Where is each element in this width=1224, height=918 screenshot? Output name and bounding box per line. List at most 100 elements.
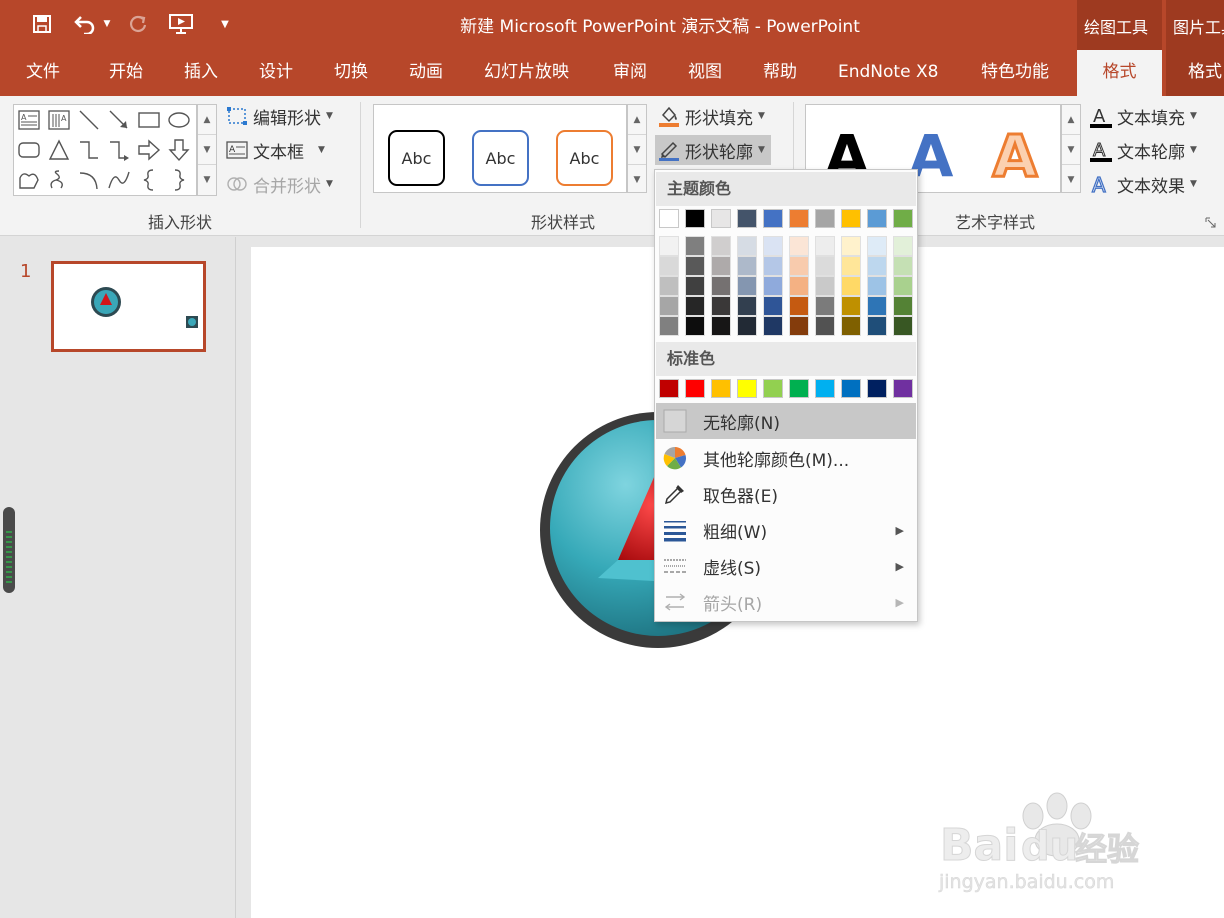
line-shape-icon[interactable] <box>77 108 101 132</box>
theme-shade-swatch[interactable] <box>685 276 705 296</box>
theme-shade-swatch[interactable] <box>893 296 913 316</box>
tab-slide-show[interactable]: 幻灯片放映 <box>484 50 569 96</box>
right-brace-shape-icon[interactable] <box>167 168 191 192</box>
undo-icon[interactable] <box>70 10 100 38</box>
tab-special-features[interactable]: 特色功能 <box>981 50 1049 96</box>
theme-shade-swatch[interactable] <box>841 276 861 296</box>
scribble-shape-icon[interactable] <box>47 168 71 192</box>
theme-shade-swatch[interactable] <box>815 276 835 296</box>
theme-shade-swatch[interactable] <box>659 236 679 256</box>
theme-shade-swatch[interactable] <box>867 276 887 296</box>
standard-color-swatch[interactable] <box>763 379 783 398</box>
theme-shade-swatch[interactable] <box>737 316 757 336</box>
theme-shade-swatch[interactable] <box>867 316 887 336</box>
gallery-scroll-down-icon[interactable]: ▼ <box>628 135 646 165</box>
tab-view[interactable]: 视图 <box>688 50 722 96</box>
tab-home[interactable]: 开始 <box>109 50 143 96</box>
theme-shade-swatch[interactable] <box>841 236 861 256</box>
rounded-rectangle-shape-icon[interactable] <box>17 138 41 162</box>
freeform-shape-icon[interactable] <box>17 168 41 192</box>
standard-color-swatch[interactable] <box>789 379 809 398</box>
theme-shade-swatch[interactable] <box>841 296 861 316</box>
theme-color-swatch[interactable] <box>893 209 913 228</box>
theme-shade-swatch[interactable] <box>763 256 783 276</box>
wordart-sample[interactable]: A <box>980 117 1050 192</box>
theme-shade-swatch[interactable] <box>685 256 705 276</box>
gallery-scroll-up-icon[interactable]: ▲ <box>1062 105 1080 135</box>
theme-shade-swatch[interactable] <box>659 296 679 316</box>
theme-shade-swatch[interactable] <box>789 316 809 336</box>
theme-color-swatch[interactable] <box>789 209 809 228</box>
standard-color-swatch[interactable] <box>841 379 861 398</box>
shape-style-sample[interactable]: Abc <box>556 130 613 186</box>
standard-color-swatch[interactable] <box>815 379 835 398</box>
text-effects-button[interactable]: A 文本效果 ▼ <box>1090 169 1197 199</box>
theme-shade-swatch[interactable] <box>893 236 913 256</box>
theme-shade-swatch[interactable] <box>685 236 705 256</box>
theme-shade-swatch[interactable] <box>867 256 887 276</box>
weight-menu-item[interactable]: 粗细(W) ▶ <box>656 512 916 548</box>
theme-shade-swatch[interactable] <box>659 316 679 336</box>
theme-shade-swatch[interactable] <box>711 236 731 256</box>
arrow-line-shape-icon[interactable] <box>107 108 131 132</box>
slide-thumbnail[interactable] <box>51 261 206 352</box>
tab-file[interactable]: 文件 <box>26 50 60 96</box>
standard-color-swatch[interactable] <box>867 379 887 398</box>
tab-review[interactable]: 审阅 <box>613 50 647 96</box>
eyedropper-menu-item[interactable]: 取色器(E) <box>656 476 916 512</box>
customize-qat-icon[interactable]: ▼ <box>216 10 234 38</box>
theme-shade-swatch[interactable] <box>815 256 835 276</box>
shape-style-sample[interactable]: Abc <box>388 130 445 186</box>
rectangle-shape-icon[interactable] <box>137 108 161 132</box>
standard-color-swatch[interactable] <box>893 379 913 398</box>
theme-shade-swatch[interactable] <box>815 236 835 256</box>
left-brace-shape-icon[interactable] <box>137 168 161 192</box>
theme-shade-swatch[interactable] <box>711 316 731 336</box>
theme-color-swatch[interactable] <box>841 209 861 228</box>
tab-format-picture[interactable]: 格式 <box>1166 50 1224 96</box>
text-box-shape-icon[interactable]: A <box>17 108 41 132</box>
standard-color-swatch[interactable] <box>711 379 731 398</box>
elbow-arrow-connector-shape-icon[interactable] <box>107 138 131 162</box>
theme-shade-swatch[interactable] <box>737 236 757 256</box>
vertical-text-box-shape-icon[interactable]: A <box>47 108 71 132</box>
dashes-menu-item[interactable]: 虚线(S) ▶ <box>656 548 916 584</box>
more-outline-colors-menu-item[interactable]: 其他轮廓颜色(M)... <box>656 440 916 476</box>
theme-shade-swatch[interactable] <box>763 276 783 296</box>
theme-shade-swatch[interactable] <box>815 296 835 316</box>
elbow-connector-shape-icon[interactable] <box>77 138 101 162</box>
theme-shade-swatch[interactable] <box>867 296 887 316</box>
dialog-launcher-icon[interactable] <box>1205 214 1217 228</box>
theme-shade-swatch[interactable] <box>659 256 679 276</box>
standard-color-swatch[interactable] <box>737 379 757 398</box>
theme-shade-swatch[interactable] <box>763 296 783 316</box>
theme-shade-swatch[interactable] <box>867 236 887 256</box>
theme-color-swatch[interactable] <box>815 209 835 228</box>
start-from-beginning-icon[interactable] <box>166 10 196 38</box>
standard-color-swatch[interactable] <box>685 379 705 398</box>
theme-shade-swatch[interactable] <box>711 276 731 296</box>
undo-dropdown-icon[interactable]: ▼ <box>100 10 114 38</box>
no-outline-menu-item[interactable]: 无轮廓(N) <box>656 403 916 439</box>
theme-shade-swatch[interactable] <box>893 256 913 276</box>
gallery-more-icon[interactable]: ▼ <box>1062 165 1080 195</box>
gallery-scroll-down-icon[interactable]: ▼ <box>198 135 216 165</box>
text-fill-button[interactable]: A 文本填充 ▼ <box>1090 101 1197 131</box>
theme-color-swatch[interactable] <box>737 209 757 228</box>
save-icon[interactable] <box>28 10 56 38</box>
edit-shape-button[interactable]: 编辑形状 ▼ <box>226 101 333 131</box>
shape-outline-button[interactable]: 形状轮廓 ▼ <box>655 135 771 165</box>
tab-format-drawing[interactable]: 格式 <box>1077 50 1162 96</box>
oval-shape-icon[interactable] <box>167 108 191 132</box>
tab-endnote[interactable]: EndNote X8 <box>838 50 938 96</box>
theme-shade-swatch[interactable] <box>685 296 705 316</box>
shape-style-sample[interactable]: Abc <box>472 130 529 186</box>
right-arrow-shape-icon[interactable] <box>137 138 161 162</box>
theme-color-swatch[interactable] <box>763 209 783 228</box>
gallery-scroll-up-icon[interactable]: ▲ <box>628 105 646 135</box>
theme-shade-swatch[interactable] <box>737 256 757 276</box>
gallery-scroll-down-icon[interactable]: ▼ <box>1062 135 1080 165</box>
tab-design[interactable]: 设计 <box>259 50 293 96</box>
tab-transitions[interactable]: 切换 <box>334 50 368 96</box>
theme-shade-swatch[interactable] <box>815 316 835 336</box>
